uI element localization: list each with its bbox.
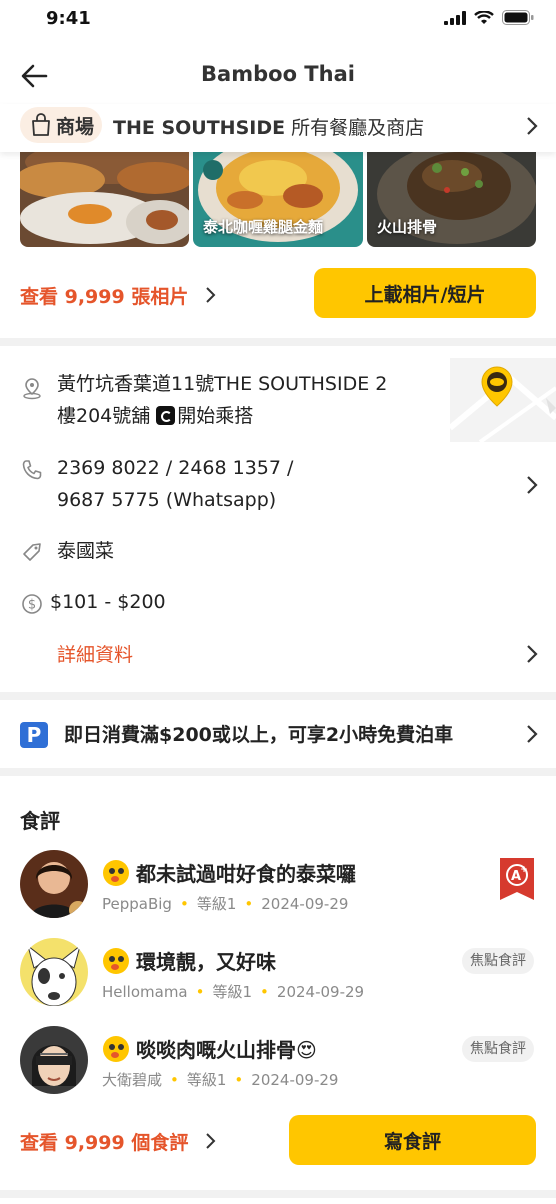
address-line-2: 樓204號舖 開始乘搭 <box>57 400 387 432</box>
address-text[interactable]: 黃竹坑香葉道11號THE SOUTHSIDE 2 樓204號舖 開始乘搭 <box>57 368 387 432</box>
section-divider <box>0 768 556 776</box>
mall-badge: 商場 <box>20 107 103 143</box>
status-time: 9:41 <box>46 8 91 29</box>
parking-offer-text: 即日消費滿$200或以上，可享2小時免費泊車 <box>64 724 454 746</box>
mall-name: THE SOUTHSIDE 所有餐廳及商店 <box>113 113 424 140</box>
section-divider <box>0 692 556 700</box>
chevron-right-icon <box>527 725 538 743</box>
view-photos-label: 查看 9,999 張相片 <box>20 286 189 308</box>
review-title: 環境靚，又好味 <box>102 946 276 975</box>
review-title-text: 都未試過咁好食的泰菜囉 <box>136 862 356 886</box>
review-user[interactable]: 大衛碧咸 <box>102 1071 162 1089</box>
review-title: 啖啖肉嘅火山排骨😍 <box>102 1034 317 1063</box>
avatar <box>20 850 88 918</box>
svg-text:+: + <box>520 865 528 875</box>
avatar <box>20 938 88 1006</box>
tag-icon <box>23 543 41 561</box>
featured-review-tag: 焦點食評 <box>462 948 534 974</box>
chevron-right-icon[interactable] <box>526 475 538 495</box>
review-level: 等級1 <box>212 983 253 1001</box>
photo-caption: 火山排骨 <box>377 218 438 236</box>
review-level: 等級1 <box>196 895 237 913</box>
review-user[interactable]: Hellomama <box>102 983 188 1001</box>
review-date: 2024-09-29 <box>261 895 349 913</box>
review-date: 2024-09-29 <box>251 1071 339 1089</box>
review-meta: PeppaBig • 等級1 • 2024-09-29 <box>102 895 349 913</box>
review-item[interactable]: 都未試過咁好食的泰菜囉 PeppaBig • 等級1 • 2024-09-29 A + <box>0 850 556 940</box>
phone-line-2: 9687 5775 (Whatsapp) <box>57 489 277 511</box>
parking-offer-row[interactable]: P 即日消費滿$200或以上，可享2小時免費泊車 <box>0 700 556 768</box>
smiley-face-icon <box>103 947 129 974</box>
price-range-text: $101 - $200 <box>50 591 166 613</box>
photo-thumbnail[interactable]: 泰北咖喱雞腿金麵 <box>193 150 363 247</box>
status-icons <box>444 10 534 25</box>
food-photo-image <box>20 150 189 247</box>
phone-numbers[interactable]: 2369 8022 / 2468 1357 / 9687 5775 (Whats… <box>57 452 293 516</box>
parking-icon: P <box>20 722 48 748</box>
chevron-right-icon <box>206 287 216 303</box>
view-reviews-link[interactable]: 查看 9,999 個食評 <box>20 1128 217 1155</box>
review-level: 等級1 <box>186 1071 227 1089</box>
phone-line-1: 2369 8022 / 2468 1357 / <box>57 457 294 479</box>
review-title-text: 環境靚，又好味 <box>136 950 276 974</box>
featured-review-tag: 焦點食評 <box>462 1036 534 1062</box>
details-link[interactable]: 詳細資料 <box>57 640 133 667</box>
smiley-face-icon <box>103 859 129 886</box>
chevron-right-icon <box>527 117 538 135</box>
section-divider <box>0 1190 556 1198</box>
signal-icon <box>444 10 466 25</box>
view-reviews-label: 查看 9,999 個食評 <box>20 1132 189 1154</box>
photo-strip: 泰北咖喱雞腿金麵 火山排骨 <box>20 150 536 247</box>
mall-badge-label: 商場 <box>56 115 95 138</box>
review-meta: Hellomama • 等級1 • 2024-09-29 <box>102 983 365 1001</box>
nav-bar: Bamboo Thai <box>0 48 556 104</box>
section-divider <box>0 338 556 346</box>
address-line-2-text: 樓204號舖 <box>57 405 151 427</box>
smiley-face-icon <box>103 1035 129 1062</box>
review-item[interactable]: 環境靚，又好味 Hellomama • 等級1 • 2024-09-29 焦點食評 <box>0 938 556 1028</box>
page-title: Bamboo Thai <box>201 62 355 86</box>
mall-link-row[interactable]: 商場 THE SOUTHSIDE 所有餐廳及商店 <box>0 104 556 152</box>
location-pin-icon <box>23 378 41 400</box>
chevron-right-icon[interactable] <box>526 644 538 664</box>
review-meta: 大衛碧咸 • 等級1 • 2024-09-29 <box>102 1071 339 1089</box>
upload-photo-button[interactable]: 上載相片/短片 <box>314 268 536 318</box>
photo-thumbnail[interactable] <box>20 150 189 247</box>
address-line-1: 黃竹坑香葉道11號THE SOUTHSIDE 2 <box>57 373 388 395</box>
map-image <box>450 358 556 442</box>
map-thumbnail[interactable] <box>450 358 556 442</box>
avatar <box>20 1026 88 1094</box>
review-item[interactable]: 啖啖肉嘅火山排骨😍 大衛碧咸 • 等級1 • 2024-09-29 焦點食評 <box>0 1026 556 1116</box>
svg-text:$: $ <box>28 598 36 613</box>
review-date: 2024-09-29 <box>276 983 365 1001</box>
phone-icon <box>22 460 42 480</box>
review-user[interactable]: PeppaBig <box>102 895 172 913</box>
review-title-text: 啖啖肉嘅火山排骨😍 <box>136 1038 317 1062</box>
reviews-heading: 食評 <box>20 809 60 833</box>
view-photos-link[interactable]: 查看 9,999 張相片 <box>20 282 217 309</box>
mall-subtitle: 所有餐廳及商店 <box>291 117 425 139</box>
photo-caption: 泰北咖喱雞腿金麵 <box>203 218 324 236</box>
mall-name-text: THE SOUTHSIDE <box>113 117 286 139</box>
status-bar: 9:41 <box>0 0 556 40</box>
write-review-button[interactable]: 寫食評 <box>289 1115 536 1165</box>
chevron-right-icon <box>206 1133 216 1149</box>
wifi-icon <box>474 10 494 24</box>
transit-label[interactable]: 開始乘搭 <box>177 405 253 427</box>
review-title: 都未試過咁好食的泰菜囉 <box>102 858 356 887</box>
photo-thumbnail[interactable]: 火山排骨 <box>367 150 536 247</box>
price-icon: $ <box>22 594 42 614</box>
transit-icon <box>156 406 176 425</box>
award-ribbon-icon: A + <box>500 858 534 900</box>
battery-icon <box>502 10 534 25</box>
cuisine-text: 泰國菜 <box>57 540 115 562</box>
shopping-bag-icon <box>32 113 50 136</box>
